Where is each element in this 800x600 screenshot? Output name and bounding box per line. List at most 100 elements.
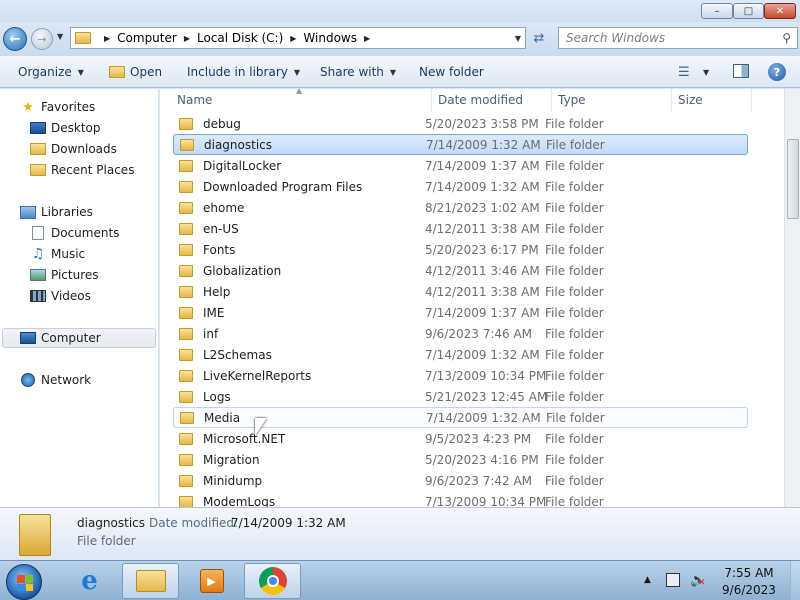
column-header-size[interactable]: Size: [672, 89, 752, 111]
minimize-button[interactable]: –: [701, 3, 733, 19]
nav-favorites[interactable]: ★ Favorites: [20, 97, 95, 117]
file-row[interactable]: inf 9/6/2023 7:46 AM File folder: [173, 323, 748, 344]
file-row[interactable]: Help 4/12/2011 3:38 AM File folder: [173, 281, 748, 302]
breadcrumb-local-disk[interactable]: Local Disk (C:): [197, 31, 283, 45]
breadcrumb-separator[interactable]: ▶: [104, 34, 110, 43]
new-folder-button[interactable]: New folder: [419, 60, 484, 84]
scrollbar-thumb[interactable]: [787, 139, 799, 219]
file-row[interactable]: debug 5/20/2023 3:58 PM File folder: [173, 113, 748, 134]
column-header-type[interactable]: Type: [552, 89, 672, 111]
clock-time[interactable]: 7:55 AM: [714, 566, 784, 580]
mouse-cursor: [255, 418, 267, 436]
nav-network[interactable]: Network: [20, 370, 91, 390]
search-icon[interactable]: ⚲: [782, 31, 791, 45]
nav-desktop[interactable]: Desktop: [30, 118, 101, 138]
address-dropdown-icon[interactable]: ▼: [515, 34, 521, 43]
taskbar-media-player[interactable]: ▶: [183, 563, 240, 599]
breadcrumb-computer[interactable]: Computer: [117, 31, 177, 45]
help-icon[interactable]: ?: [768, 63, 786, 81]
file-row[interactable]: ehome 8/21/2023 1:02 AM File folder: [173, 197, 748, 218]
include-in-library-button[interactable]: Include in library ▼: [187, 60, 300, 84]
refresh-icon[interactable]: ⇄: [528, 27, 550, 49]
column-header-date[interactable]: Date modified: [432, 89, 552, 111]
file-row[interactable]: en-US 4/12/2011 3:38 AM File folder: [173, 218, 748, 239]
file-date: 9/6/2023 7:42 AM: [425, 473, 533, 488]
nav-computer[interactable]: Computer: [2, 328, 156, 348]
details-pane: diagnostics Date modified: 7/14/2009 1:3…: [0, 507, 800, 560]
nav-music[interactable]: ♫ Music: [30, 244, 85, 264]
include-label: Include in library: [187, 65, 288, 79]
taskbar-windows-explorer[interactable]: [122, 563, 179, 599]
file-row[interactable]: ModemLogs 7/13/2009 10:34 PM File folder: [173, 491, 748, 507]
nav-label: Computer: [41, 331, 101, 345]
nav-libraries[interactable]: Libraries: [20, 202, 93, 222]
show-desktop-button[interactable]: [790, 561, 800, 600]
close-button[interactable]: ✕: [764, 3, 796, 19]
file-row[interactable]: Downloaded Program Files 7/14/2009 1:32 A…: [173, 176, 748, 197]
folder-icon: [179, 474, 193, 487]
start-button[interactable]: [6, 564, 42, 600]
network-tray-icon[interactable]: [666, 573, 680, 587]
file-row[interactable]: Logs 5/21/2023 12:45 AM File folder: [173, 386, 748, 407]
folder-icon: [179, 222, 193, 235]
file-type: File folder: [545, 242, 604, 257]
search-input[interactable]: Search Windows ⚲: [558, 27, 798, 49]
file-name: ehome: [203, 200, 245, 215]
clock-date[interactable]: 9/6/2023: [714, 583, 784, 597]
nav-recent-places[interactable]: Recent Places: [30, 160, 134, 180]
details-type: File folder: [77, 534, 136, 548]
file-row[interactable]: Fonts 5/20/2023 6:17 PM File folder: [173, 239, 748, 260]
nav-videos[interactable]: Videos: [30, 286, 91, 306]
folder-icon: [179, 369, 193, 382]
search-placeholder: Search Windows: [566, 31, 666, 45]
breadcrumb-separator[interactable]: ▶: [290, 34, 296, 43]
file-row[interactable]: LiveKernelReports 7/13/2009 10:34 PM File …: [173, 365, 748, 386]
file-row[interactable]: diagnostics 7/14/2009 1:32 AM File folder: [173, 134, 748, 155]
preview-pane-icon[interactable]: [733, 64, 749, 78]
folder-icon: [179, 432, 193, 445]
file-type: File folder: [545, 368, 604, 383]
file-row[interactable]: Migration 5/20/2023 4:16 PM File folder: [173, 449, 748, 470]
chevron-down-icon: ▼: [293, 67, 301, 77]
file-type: File folder: [545, 389, 604, 404]
open-button[interactable]: Open: [109, 60, 162, 84]
breadcrumb-windows[interactable]: Windows: [303, 31, 357, 45]
recent-pages-dropdown-icon[interactable]: ▼: [57, 32, 63, 41]
organize-button[interactable]: Organize ▼: [18, 60, 84, 84]
column-header-name[interactable]: ▲ Name: [160, 89, 432, 111]
view-options-icon[interactable]: ☰: [678, 65, 690, 80]
file-type: File folder: [545, 200, 604, 215]
file-row[interactable]: DigitalLocker 7/14/2009 1:37 AM File folde…: [173, 155, 748, 176]
breadcrumb-separator[interactable]: ▶: [364, 34, 370, 43]
address-bar[interactable]: ▶ Computer ▶ Local Disk (C:) ▶ Windows ▶…: [70, 27, 526, 49]
taskbar-internet-explorer[interactable]: e: [61, 563, 118, 599]
recent-places-icon: [30, 164, 46, 176]
breadcrumb-separator[interactable]: ▶: [184, 34, 190, 43]
chevron-down-icon[interactable]: ▼: [703, 68, 709, 77]
share-with-button[interactable]: Share with ▼: [320, 60, 396, 84]
taskbar-chrome[interactable]: [244, 563, 301, 599]
file-row[interactable]: L2Schemas 7/14/2009 1:32 AM File folder: [173, 344, 748, 365]
show-hidden-icons-icon[interactable]: ▲: [644, 575, 651, 585]
vertical-scrollbar[interactable]: [784, 89, 800, 507]
file-type: File folder: [545, 116, 604, 131]
nav-pictures[interactable]: Pictures: [30, 265, 99, 285]
nav-documents[interactable]: Documents: [30, 223, 119, 243]
forward-button[interactable]: →: [31, 28, 53, 50]
nav-label: Pictures: [51, 268, 99, 282]
file-row[interactable]: Globalization 4/12/2011 3:46 AM File folde…: [173, 260, 748, 281]
file-row[interactable]: IME 7/14/2009 1:37 AM File folder: [173, 302, 748, 323]
nav-downloads[interactable]: Downloads: [30, 139, 117, 159]
details-modified-label: Date modified:: [149, 516, 239, 530]
file-date: 7/14/2009 1:32 AM: [425, 179, 540, 194]
file-type: File folder: [546, 137, 605, 152]
folder-icon: [179, 117, 193, 130]
globe-icon: [21, 373, 35, 387]
maximize-button[interactable]: □: [733, 3, 764, 19]
folder-icon: [179, 264, 193, 277]
nav-label: Videos: [51, 289, 91, 303]
file-row[interactable]: Minidump 9/6/2023 7:42 AM File folder: [173, 470, 748, 491]
back-button[interactable]: ←: [3, 27, 27, 51]
column-label: Type: [558, 93, 586, 107]
file-date: 5/20/2023 6:17 PM: [425, 242, 539, 257]
